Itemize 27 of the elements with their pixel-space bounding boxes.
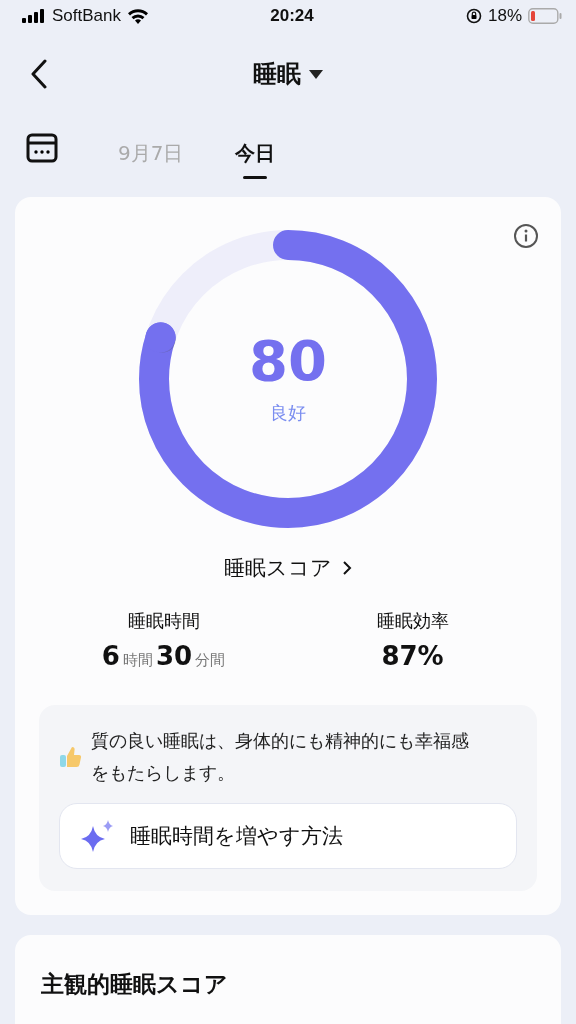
thumbs-up-icon [59,745,83,769]
tip-text: 質の良い睡眠は、身体的にも精神的にも幸福感をもたらします。 [91,729,470,785]
sleep-score: 80 [249,333,327,389]
tip-button[interactable]: 睡眠時間を増やす方法 [59,803,517,869]
rotation-lock-icon [465,8,482,24]
stat-label: 睡眠効率 [376,609,449,633]
battery-percent: 18% [487,6,522,26]
stat-label: 睡眠時間 [127,609,200,633]
stat-value: 87% [381,641,444,671]
stat-unit: 時間 [122,651,153,670]
date-tab[interactable]: 今日 [229,125,282,181]
calendar-icon[interactable] [26,133,58,163]
wifi-icon [127,8,149,24]
chevron-icon [342,560,352,576]
battery-icon [528,8,562,24]
sleep-score-link[interactable]: 睡眠スコア [218,553,358,583]
stat-value: 30 [155,641,193,671]
stat-unit: 分間 [195,651,226,670]
caret-icon [309,69,323,79]
title-dropdown[interactable]: 睡眠 [253,58,323,90]
carrier-name: SoftBank [52,6,121,26]
score-rating: 良好 [270,401,306,425]
info-icon[interactable] [513,223,539,249]
clock-time: 20:24 [270,6,314,25]
stat-value: 6 [101,641,120,671]
section-title: 主観的睡眠スコア [41,970,229,999]
signal-icon [22,9,46,23]
